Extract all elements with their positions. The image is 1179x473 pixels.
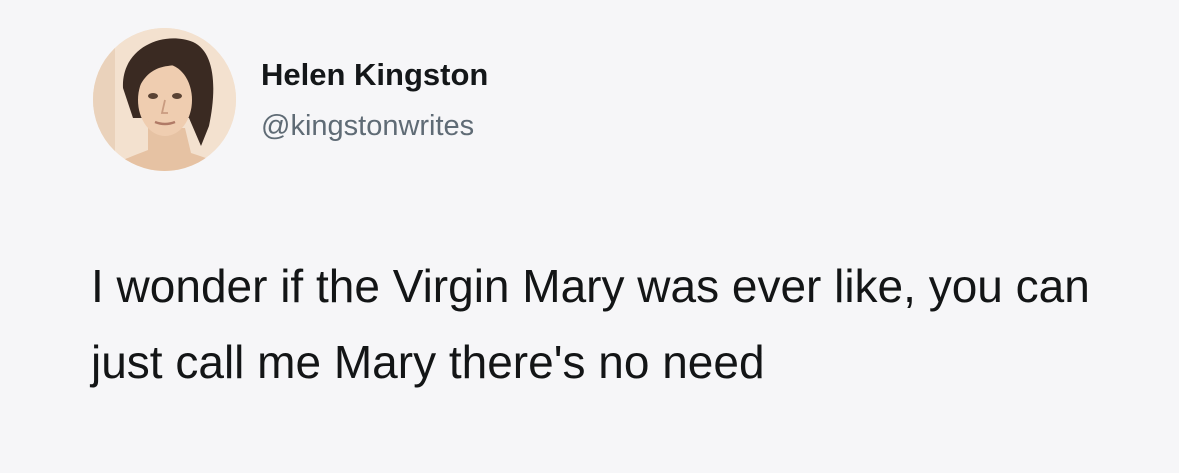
tweet-text: I wonder if the Virgin Mary was ever lik… [91, 260, 1090, 388]
author-display-name[interactable]: Helen Kingston [261, 55, 488, 95]
avatar[interactable] [93, 28, 236, 171]
tweet-card: Helen Kingston @kingstonwrites I wonder … [0, 0, 1179, 473]
author-handle[interactable]: @kingstonwrites [261, 106, 474, 146]
profile-photo-icon [93, 28, 236, 171]
